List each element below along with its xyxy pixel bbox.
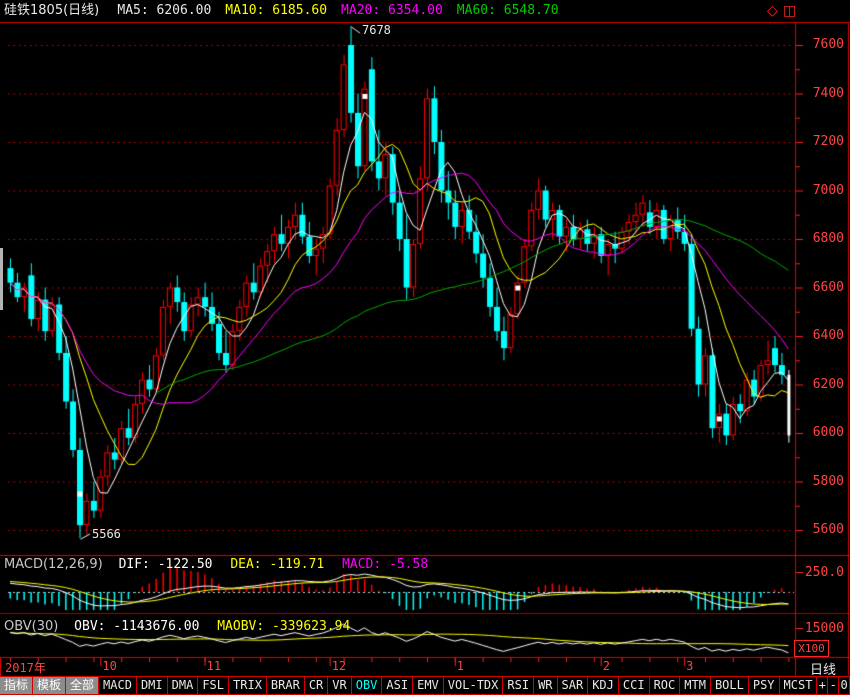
toolbar-indicator-mtm[interactable]: MTM (679, 677, 711, 694)
price-axis-label: 7600 (798, 37, 844, 52)
ma-legend-item-60: MA60: 6548.70 (457, 3, 559, 18)
kline-chart-canvas[interactable] (0, 0, 850, 695)
month-label-1: 1 (457, 659, 464, 673)
price-axis-label: 6800 (798, 231, 844, 246)
toolbar-indicator-macd[interactable]: MACD (98, 677, 137, 694)
toolbar-indicator-psy[interactable]: PSY (748, 677, 780, 694)
obv-value: OBV: -1143676.00 (74, 619, 199, 634)
macd-macd-value: MACD: -5.58 (342, 557, 428, 572)
ma-legend-item-5: MA5: 6206.00 (117, 3, 211, 18)
month-label-2: 2 (603, 659, 610, 673)
toolbar-indicator-dma[interactable]: DMA (167, 677, 199, 694)
year-label: 2017年 (5, 659, 46, 676)
price-axis-label: 7400 (798, 86, 844, 101)
toolbar-indicator-trix[interactable]: TRIX (228, 677, 267, 694)
obv-panel-header: OBV(30) OBV: -1143676.00 MAOBV: -339623.… (4, 619, 350, 634)
month-label-11: 11 (207, 659, 221, 673)
month-label-3: 3 (686, 659, 693, 673)
toolbar-indicator-cr[interactable]: CR (304, 677, 328, 694)
toolbar-indicator-roc[interactable]: ROC (649, 677, 681, 694)
instrument-title: 硅铁1805(日线) (4, 3, 99, 18)
maobv-value: MAOBV: -339623.94 (217, 619, 350, 634)
price-axis-label: 6600 (798, 280, 844, 295)
toolbar-indicator-asi[interactable]: ASI (381, 677, 413, 694)
macd-panel-header: MACD(12,26,9) DIF: -122.50 DEA: -119.71 … (4, 557, 428, 572)
obv-title: OBV(30) (4, 619, 58, 634)
macd-dea-value: DEA: -119.71 (230, 557, 324, 572)
price-axis-label: 5600 (798, 522, 844, 537)
ma-legend-item-10: MA10: 6185.60 (225, 3, 327, 18)
month-label-12: 12 (332, 659, 346, 673)
toolbar-indicator-vol-tdx[interactable]: VOL-TDX (443, 677, 504, 694)
left-scrollbar-fragment[interactable] (0, 248, 3, 310)
toolbar-tab-模板[interactable]: 模板 (32, 677, 66, 694)
obv-axis-label: 15000 (798, 621, 844, 636)
toolbar-indicator-obv[interactable]: OBV (351, 677, 383, 694)
kline-app-window: 硅铁1805(日线) MA5: 6206.00 MA10: 6185.60 MA20… (0, 0, 850, 695)
toolbar-tab-指标[interactable]: 指标 (0, 677, 33, 694)
toolbar-indicator-fsl[interactable]: FSL (197, 677, 229, 694)
macd-title: MACD(12,26,9) (4, 557, 103, 572)
toolbar-indicator-cci[interactable]: CCI (618, 677, 650, 694)
toolbar-indicator-boll[interactable]: BOLL (710, 677, 749, 694)
price-axis-label: 6400 (798, 328, 844, 343)
toolbar-indicator-dmi[interactable]: DMI (136, 677, 168, 694)
high-price-annotation: 7678 (362, 23, 391, 37)
ma-legend-item-20: MA20: 6354.00 (341, 3, 443, 18)
volume-multiplier-badge: X100 (794, 640, 829, 657)
low-price-annotation: 5566 (92, 527, 121, 541)
macd-dif-value: DIF: -122.50 (119, 557, 213, 572)
price-axis-label: 5800 (798, 474, 844, 489)
price-axis-label: 6000 (798, 425, 844, 440)
toolbar-indicator-emv[interactable]: EMV (412, 677, 444, 694)
ma-legend: MA5: 6206.00 MA10: 6185.60 MA20: 6354.00 MA… (103, 3, 558, 18)
toolbar-indicator-wr[interactable]: WR (533, 677, 557, 694)
diamond-icon[interactable]: ◇ (767, 2, 778, 20)
price-axis-label: 6200 (798, 377, 844, 392)
price-axis-label: 7200 (798, 134, 844, 149)
indicator-toolbar: 指标模板全部MACDDMIDMAFSLTRIXBRARCRVROBVASIEMV… (0, 676, 850, 695)
toolbar-tab-全部[interactable]: 全部 (65, 677, 99, 694)
month-label-10: 10 (102, 659, 116, 673)
toolbar-indicator-brar[interactable]: BRAR (266, 677, 305, 694)
toolbar-indicator-sar[interactable]: SAR (557, 677, 589, 694)
chart-header: 硅铁1805(日线) MA5: 6206.00 MA10: 6185.60 MA20… (0, 0, 850, 22)
toolbar-indicator-mcst[interactable]: MCST (779, 677, 818, 694)
macd-axis-label: 250.0 (798, 565, 844, 580)
price-axis-label: 7000 (798, 183, 844, 198)
toolbar-indicator-vr[interactable]: VR (327, 677, 351, 694)
reset-zoom-button[interactable]: 0 (838, 677, 850, 694)
split-window-icon[interactable]: ◫ (783, 2, 796, 20)
toolbar-indicator-kdj[interactable]: KDJ (587, 677, 619, 694)
toolbar-indicator-rsi[interactable]: RSI (502, 677, 534, 694)
